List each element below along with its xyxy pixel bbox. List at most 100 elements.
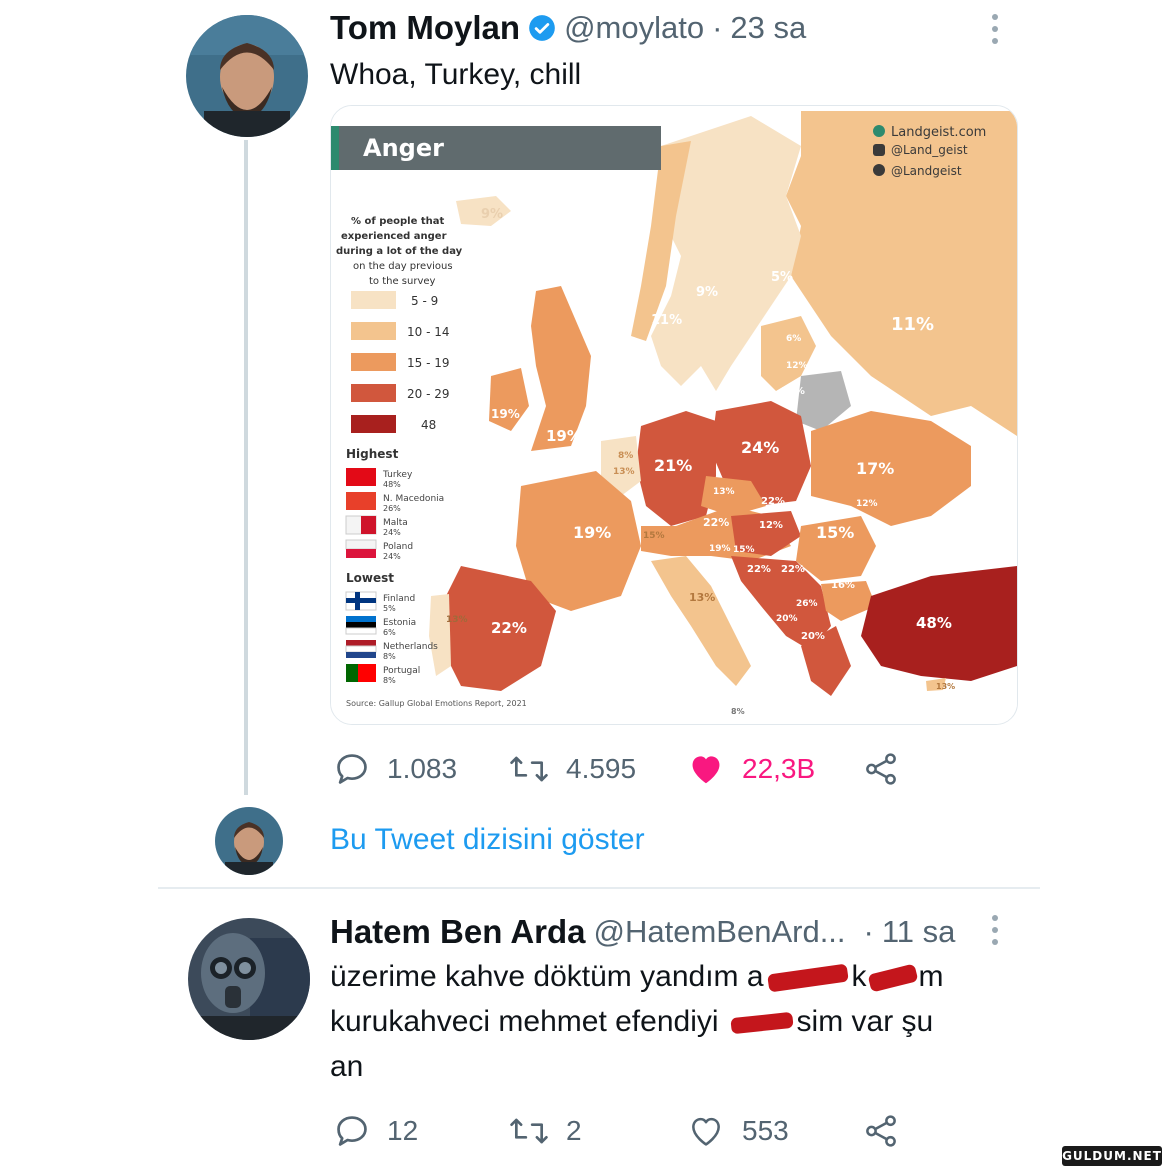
country-label: 8% xyxy=(618,451,633,461)
highest-country: Malta xyxy=(383,518,408,528)
author-name[interactable]: Tom Moylan xyxy=(330,9,520,47)
reply-time-separator: · xyxy=(863,914,874,949)
country-label: 12% xyxy=(656,384,678,394)
lowest-value: 8% xyxy=(383,652,396,661)
country-label: 22% xyxy=(781,564,805,575)
country-label: 13% xyxy=(936,682,955,691)
legend-title-line: on the day previous xyxy=(353,261,453,272)
country-label: 24% xyxy=(741,438,779,457)
reply-retweet-button[interactable]: 2 xyxy=(508,1112,582,1150)
country-label: 8% xyxy=(731,707,745,716)
flag-turkey xyxy=(346,468,376,486)
flag-poland xyxy=(345,539,377,550)
highest-country: Poland xyxy=(383,542,413,552)
country-label: 19% xyxy=(573,523,611,542)
retweet-icon xyxy=(508,1112,550,1150)
country-label: 13% xyxy=(713,487,735,497)
country-label: 22% xyxy=(703,516,729,529)
country-label: 15% xyxy=(643,531,665,541)
web-icon xyxy=(873,125,885,137)
country-label: 13% xyxy=(446,615,468,625)
retweet-icon xyxy=(508,750,550,788)
tweet-header: Tom Moylan @moylato · 23 sa xyxy=(330,8,806,48)
reply-text-segment: k xyxy=(851,960,867,993)
reply-text-segment: m xyxy=(918,960,944,993)
flag-macedonia xyxy=(346,492,376,510)
legend-swatch xyxy=(351,353,396,371)
heart-filled-icon xyxy=(686,750,726,788)
legend-swatch xyxy=(351,384,396,402)
highest-value: 26% xyxy=(383,504,401,513)
legend-title-line: % of people that xyxy=(351,216,445,227)
reply-icon xyxy=(333,1112,371,1150)
time-separator: · xyxy=(712,10,723,45)
reply-time[interactable]: 11 sa xyxy=(882,914,956,950)
country-label: 16% xyxy=(831,580,855,591)
legend-swatch xyxy=(351,322,396,340)
country-label: 15% xyxy=(816,523,854,542)
reply-author-avatar[interactable] xyxy=(188,918,310,1040)
tweet-time[interactable]: 23 sa xyxy=(730,10,806,46)
share-icon[interactable] xyxy=(862,750,900,788)
flag-netherlands xyxy=(346,640,376,646)
country-label: 12% xyxy=(786,361,808,371)
tweet-map-image[interactable]: Anger Landgeist.com @Land_geist @Landgei… xyxy=(330,105,1018,725)
redaction-mark xyxy=(867,963,919,993)
legend-range: 15 - 19 xyxy=(407,356,450,370)
reply-author-name[interactable]: Hatem Ben Arda xyxy=(330,913,586,951)
lowest-label: Lowest xyxy=(346,571,394,585)
legend-title-line: to the survey xyxy=(369,276,436,287)
like-button[interactable]: 22,3B xyxy=(686,750,815,788)
more-options-icon[interactable] xyxy=(985,12,1005,46)
map-title: Anger xyxy=(363,134,444,162)
legend-range: 20 - 29 xyxy=(407,387,450,401)
country-label: 9% xyxy=(481,207,503,222)
reply-more-options-icon[interactable] xyxy=(985,913,1005,947)
reply-share-icon[interactable] xyxy=(862,1112,900,1150)
country-label: 13% xyxy=(613,467,635,477)
country-label: 20% xyxy=(776,614,798,624)
redaction-mark xyxy=(729,1011,794,1035)
watermark-text: GULDUM.NET xyxy=(1062,1149,1162,1163)
country-label: 22% xyxy=(491,619,527,637)
highest-value: 24% xyxy=(383,528,401,537)
retweet-button[interactable]: 4.595 xyxy=(508,750,636,788)
country-label: 26% xyxy=(796,599,818,609)
redaction-mark xyxy=(766,963,849,993)
country-label: 13% xyxy=(689,591,715,604)
highest-value: 24% xyxy=(383,552,401,561)
watermark: GULDUM.NET xyxy=(1062,1146,1162,1166)
author-avatar[interactable] xyxy=(186,15,308,137)
map-credit-instagram: @Land_geist xyxy=(891,143,968,157)
country-label: 13% xyxy=(781,386,805,397)
like-count: 22,3B xyxy=(742,753,816,784)
country-label: 11% xyxy=(651,313,682,328)
country-label: 22% xyxy=(761,496,785,507)
reply-text-line: an xyxy=(330,1050,364,1083)
reply-text: üzerime kahve döktüm yandım a k m kurukahv… xyxy=(330,954,990,1089)
author-handle[interactable]: @moylato xyxy=(564,10,704,46)
country-label: 20% xyxy=(801,631,825,642)
reply-author-handle[interactable]: @HatemBenArd... xyxy=(594,914,846,950)
reply-like-button[interactable]: 553 xyxy=(686,1112,789,1150)
country-label: 19% xyxy=(546,427,582,445)
retweet-count: 4.595 xyxy=(566,753,637,784)
lowest-country: Portugal xyxy=(383,666,420,676)
lowest-value: 8% xyxy=(383,676,396,685)
reply-text-line: kurukahveci mehmet efendiyi sim var şu xyxy=(330,999,990,1044)
country-label: 19% xyxy=(709,544,731,554)
country-label: 12% xyxy=(856,499,878,509)
reply-reply-count: 12 xyxy=(387,1115,419,1146)
thread-line xyxy=(244,140,248,795)
legend-range: 10 - 14 xyxy=(407,325,450,339)
thread-author-avatar[interactable] xyxy=(215,807,283,875)
reply-reply-button[interactable]: 12 xyxy=(333,1112,418,1150)
reply-retweet-count: 2 xyxy=(566,1115,582,1146)
reply-header: Hatem Ben Arda @HatemBenArd... · 11 sa xyxy=(330,912,955,952)
reply-count: 1.083 xyxy=(387,753,458,784)
reply-button[interactable]: 1.083 xyxy=(333,750,457,788)
country-label: 5% xyxy=(771,270,793,285)
show-thread-link[interactable]: Bu Tweet dizisini göster xyxy=(330,823,645,857)
divider xyxy=(158,887,1040,889)
twitter-icon xyxy=(873,164,885,176)
